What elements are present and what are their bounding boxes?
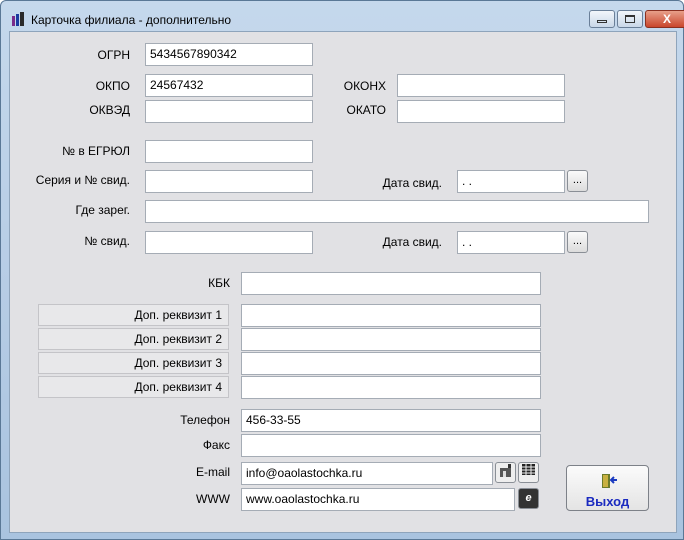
where-input[interactable] (145, 200, 649, 223)
maximize-button[interactable] (617, 10, 643, 28)
series-label: Серия и № свид. (35, 173, 130, 187)
exit-label: Выход (585, 494, 630, 509)
date2-input[interactable]: . . (457, 231, 565, 254)
send-mail-icon[interactable] (495, 462, 516, 483)
fax-input[interactable] (241, 434, 541, 457)
fax-label: Факс (202, 438, 230, 452)
okpo-label: ОКПО (95, 79, 130, 93)
exit-door-icon (602, 474, 617, 488)
date1-picker-button[interactable]: ... (567, 170, 588, 192)
series-input[interactable] (145, 170, 313, 193)
extra-2-input[interactable] (241, 328, 541, 351)
close-button[interactable]: X (645, 10, 684, 28)
date1-input[interactable]: . . (457, 170, 565, 193)
okpo-input[interactable]: 24567432 (145, 74, 313, 97)
books-icon (12, 12, 24, 26)
okato-label: ОКАТО (346, 103, 386, 117)
date1-label: Дата свид. (382, 176, 442, 190)
browser-icon[interactable]: e (518, 488, 539, 509)
where-label: Где зарег. (75, 203, 130, 217)
www-input[interactable]: www.oaolastochka.ru (241, 488, 515, 511)
ogrn-input[interactable]: 5434567890342 (145, 43, 313, 66)
extra-3-input[interactable] (241, 352, 541, 375)
ogrn-label: ОГРН (97, 48, 130, 62)
okonh-input[interactable] (397, 74, 565, 97)
cert-no-label: № свид. (84, 234, 130, 248)
email-input[interactable]: info@oaolastochka.ru (241, 462, 493, 485)
form-area: ОГРН 5434567890342 ОКПО 24567432 ОКОНХ О… (9, 31, 677, 533)
cert-no-input[interactable] (145, 231, 313, 254)
okved-label: ОКВЭД (89, 103, 130, 117)
extra-3-button[interactable]: Доп. реквизит 3 (38, 352, 229, 374)
minimize-button[interactable] (589, 10, 615, 28)
phone-label: Телефон (180, 413, 230, 427)
egrul-input[interactable] (145, 140, 313, 163)
extra-2-button[interactable]: Доп. реквизит 2 (38, 328, 229, 350)
window-title: Карточка филиала - дополнительно (31, 13, 232, 27)
kbk-input[interactable] (241, 272, 541, 295)
extra-4-button[interactable]: Доп. реквизит 4 (38, 376, 229, 398)
okonh-label: ОКОНХ (343, 79, 386, 93)
email-label: E-mail (195, 465, 230, 479)
address-book-icon[interactable] (518, 462, 539, 483)
kbk-label: КБК (208, 276, 230, 290)
window: Карточка филиала - дополнительно X ОГРН … (0, 0, 684, 540)
exit-button[interactable]: Выход (566, 465, 649, 511)
okved-input[interactable] (145, 100, 313, 123)
date2-label: Дата свид. (382, 235, 442, 249)
extra-4-input[interactable] (241, 376, 541, 399)
egrul-label: № в ЕГРЮЛ (62, 144, 130, 158)
date2-picker-button[interactable]: ... (567, 231, 588, 253)
www-label: WWW (196, 492, 230, 506)
phone-input[interactable]: 456-33-55 (241, 409, 541, 432)
okato-input[interactable] (397, 100, 565, 123)
extra-1-input[interactable] (241, 304, 541, 327)
extra-1-button[interactable]: Доп. реквизит 1 (38, 304, 229, 326)
